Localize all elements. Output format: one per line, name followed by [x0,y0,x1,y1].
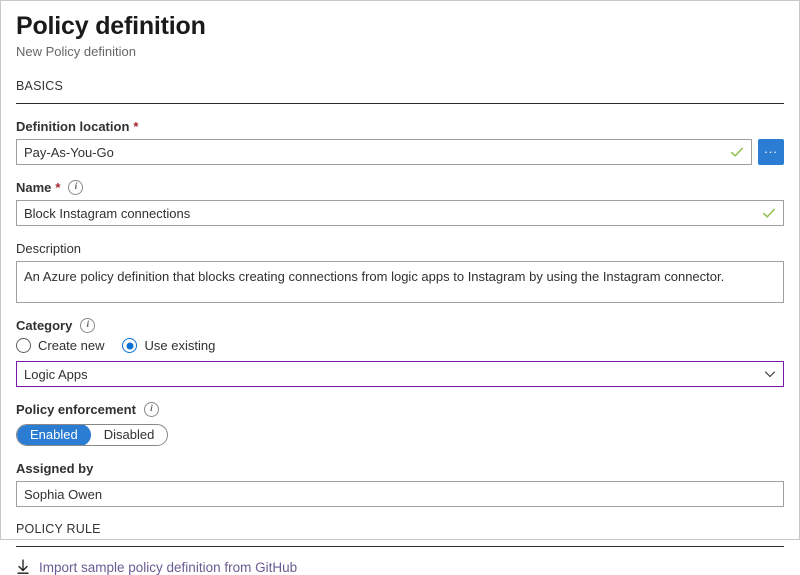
import-sample-policy-link[interactable]: Import sample policy definition from Git… [39,560,297,575]
description-label-text: Description [16,240,81,257]
section-divider-basics [16,103,784,104]
toggle-option-enabled[interactable]: Enabled [17,424,91,446]
description-label: Description [16,240,784,257]
section-divider-policy-rule [16,546,784,547]
definition-location-row: Pay-As-You-Go ... [16,139,784,165]
valid-check-icon [730,145,744,159]
name-label: Name * i [16,179,784,196]
assigned-by-value: Sophia Owen [24,487,776,502]
assigned-by-input[interactable]: Sophia Owen [16,481,784,507]
page-title: Policy definition [16,11,784,41]
policy-enforcement-label-text: Policy enforcement [16,401,136,418]
policy-definition-pane: Policy definition New Policy definition … [0,0,800,540]
section-header-basics: BASICS [16,78,784,103]
name-input[interactable]: Block Instagram connections [16,200,784,226]
page-subtitle: New Policy definition [16,43,784,60]
field-definition-location: Definition location * Pay-As-You-Go ... [16,118,784,165]
definition-location-input[interactable]: Pay-As-You-Go [16,139,752,165]
chevron-down-icon [764,368,776,380]
field-description: Description An Azure policy definition t… [16,240,784,303]
required-asterisk: * [55,179,60,196]
name-value: Block Instagram connections [24,206,758,221]
field-category: Category i Create new Use existing Logic… [16,317,784,387]
definition-location-label: Definition location * [16,118,784,135]
ellipsis-icon: ... [764,139,778,159]
definition-location-browse-button[interactable]: ... [758,139,784,165]
category-label-text: Category [16,317,72,334]
field-assigned-by: Assigned by Sophia Owen [16,460,784,507]
definition-location-value: Pay-As-You-Go [24,145,726,160]
category-radio-group: Create new Use existing [16,338,784,353]
info-icon[interactable]: i [68,180,83,195]
radio-use-existing-label: Use existing [144,338,215,353]
name-row: Block Instagram connections [16,200,784,226]
description-input[interactable]: An Azure policy definition that blocks c… [16,261,784,303]
radio-use-existing[interactable]: Use existing [122,338,215,353]
definition-location-label-text: Definition location [16,118,129,135]
radio-circle-filled-icon [122,338,137,353]
required-asterisk: * [133,118,138,135]
category-dropdown[interactable]: Logic Apps [16,361,784,387]
category-dropdown-value: Logic Apps [24,367,760,382]
policy-enforcement-label: Policy enforcement i [16,401,784,418]
info-icon[interactable]: i [80,318,95,333]
toggle-option-disabled[interactable]: Disabled [91,424,168,446]
category-label: Category i [16,317,784,334]
info-icon[interactable]: i [144,402,159,417]
radio-create-new-label: Create new [38,338,104,353]
section-header-policy-rule: POLICY RULE [16,521,784,546]
field-policy-enforcement: Policy enforcement i Enabled Disabled [16,401,784,446]
assigned-by-label: Assigned by [16,460,784,477]
name-label-text: Name [16,179,51,196]
valid-check-icon [762,206,776,220]
import-policy-row: Import sample policy definition from Git… [16,559,784,575]
download-icon [16,559,30,575]
radio-create-new[interactable]: Create new [16,338,104,353]
radio-circle-icon [16,338,31,353]
policy-enforcement-toggle: Enabled Disabled [16,424,168,446]
field-name: Name * i Block Instagram connections [16,179,784,226]
assigned-by-label-text: Assigned by [16,460,93,477]
